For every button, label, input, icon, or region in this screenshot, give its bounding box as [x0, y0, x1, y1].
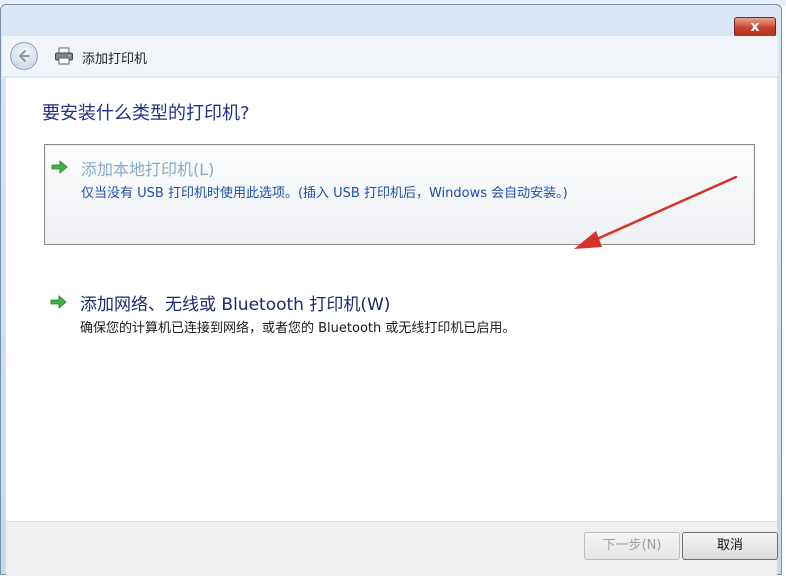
option-description: 仅当没有 USB 打印机时使用此选项。(插入 USB 打印机后，Windows …	[81, 186, 568, 201]
close-button[interactable]: x	[734, 17, 776, 37]
wizard-footer: 下一步(N) 取消	[6, 521, 778, 576]
back-arrow-icon	[19, 50, 30, 62]
red-annotation-arrow-icon	[574, 175, 738, 249]
page-heading: 要安装什么类型的打印机?	[42, 103, 250, 124]
next-button[interactable]: 下一步(N)	[584, 532, 680, 560]
option-title: 添加本地打印机(L)	[81, 160, 215, 179]
printer-icon	[55, 47, 73, 65]
option-description: 确保您的计算机已连接到网络，或者您的 Bluetooth 或无线打印机已启用。	[80, 321, 516, 336]
green-arrow-icon	[51, 160, 68, 174]
green-arrow-icon	[50, 295, 67, 309]
window-title: 添加打印机	[82, 52, 148, 67]
cancel-button[interactable]: 取消	[682, 532, 778, 560]
option-add-network-printer[interactable]: 添加网络、无线或 Bluetooth 打印机(W) 确保您的计算机已连接到网络，…	[44, 283, 755, 353]
wizard-content: 要安装什么类型的打印机? 添加本地打印机(L) 仅当没有 USB 打印机时使用此…	[6, 78, 777, 521]
back-button[interactable]	[10, 42, 38, 70]
option-title: 添加网络、无线或 Bluetooth 打印机(W)	[80, 295, 391, 315]
title-bar: 添加打印机	[2, 36, 778, 76]
